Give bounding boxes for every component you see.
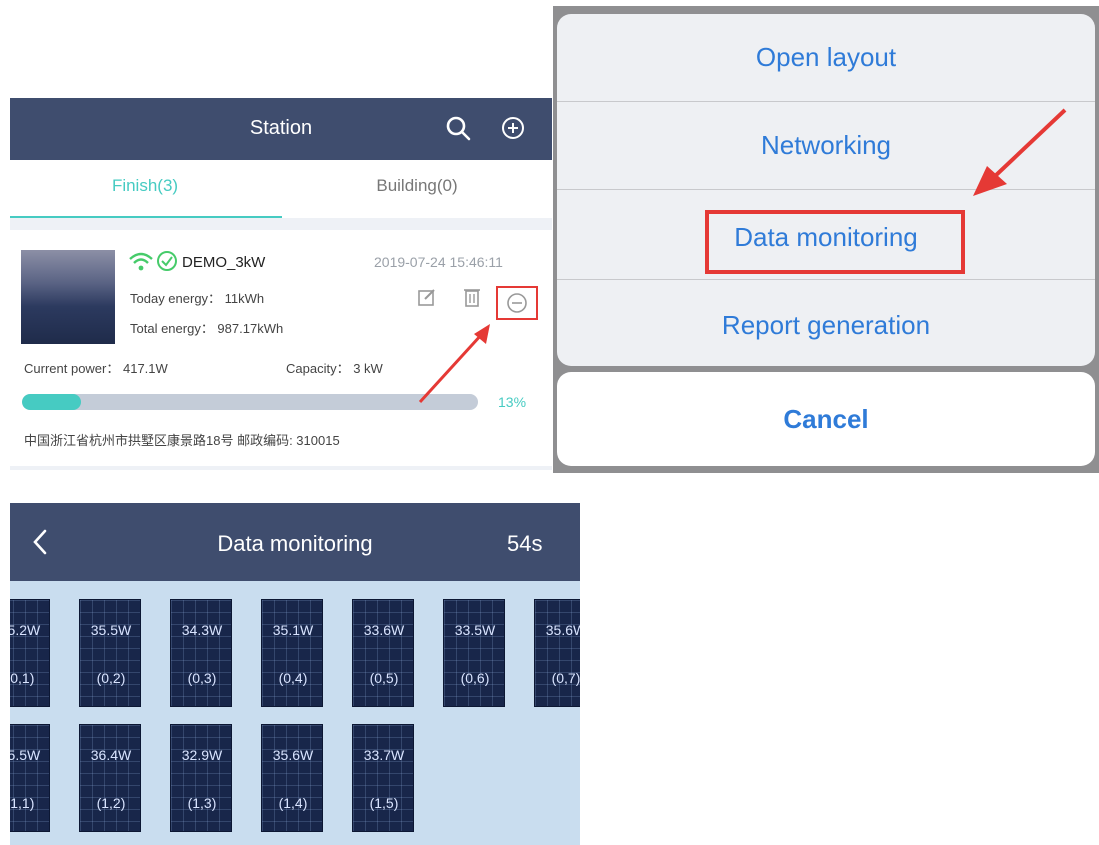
solar-panel[interactable]: 34.3W (0,3) xyxy=(170,599,232,707)
station-address: 中国浙江省杭州市拱墅区康景路18号 邮政编码: 310015 xyxy=(24,433,340,448)
refresh-timer: 54s xyxy=(507,531,543,556)
edit-icon[interactable] xyxy=(416,286,438,313)
panel-position: (0,1) xyxy=(10,670,35,686)
today-energy: Today energy： 11kWh xyxy=(130,291,265,306)
station-name: DEMO_3kW xyxy=(182,254,266,271)
solar-panel[interactable]: 33.7W (1,5) xyxy=(352,724,414,832)
solar-panel[interactable]: 33.5W (0,6) xyxy=(443,599,505,707)
solar-panel[interactable]: 35.2W (0,1) xyxy=(10,599,50,707)
solar-panel[interactable]: 35.5W (1,1) xyxy=(10,724,50,832)
red-arrow-icon xyxy=(418,324,490,404)
panel-power: 33.6W xyxy=(363,622,405,638)
solar-panel[interactable]: 36.4W (1,2) xyxy=(79,724,141,832)
panel-power: 35.5W xyxy=(10,747,41,763)
panel-position: (1,4) xyxy=(278,795,308,811)
panel-position: (0,5) xyxy=(369,670,399,686)
panel-power: 35.5W xyxy=(90,622,132,638)
solar-panel[interactable]: 35.5W (0,2) xyxy=(79,599,141,707)
search-icon[interactable] xyxy=(444,114,472,147)
panel-position: (0,7) xyxy=(551,670,580,686)
panel-position: (0,6) xyxy=(460,670,490,686)
total-energy: Total energy： 987.17kWh xyxy=(130,321,284,336)
panel-power: 33.5W xyxy=(454,622,496,638)
station-date: 2019-07-24 15:46:11 xyxy=(374,254,503,270)
station-thumbnail xyxy=(21,250,115,344)
panel-position: (1,1) xyxy=(10,795,35,811)
panel-power: 33.7W xyxy=(363,747,405,763)
active-tab-indicator xyxy=(10,216,282,218)
divider xyxy=(557,279,1095,280)
panel-power: 35.6W xyxy=(545,622,580,638)
panel-position: (1,5) xyxy=(369,795,399,811)
report-generation-option[interactable]: Report generation xyxy=(557,282,1095,366)
station-header: Station xyxy=(10,98,552,160)
page-title: Data monitoring xyxy=(217,531,373,556)
panel-position: (1,2) xyxy=(96,795,126,811)
tab-finish[interactable]: Finish(3) xyxy=(10,176,280,196)
action-sheet-screen: Open layout Networking Data monitoring R… xyxy=(553,6,1099,473)
panel-position: (0,3) xyxy=(187,670,217,686)
panel-power: 35.1W xyxy=(272,622,314,638)
panel-position: (0,2) xyxy=(96,670,126,686)
status-tabs: Finish(3) Building(0) xyxy=(10,160,552,218)
station-screen: Station Finish(3) Building(0) DEMO_3kW 2… xyxy=(10,98,552,470)
solar-panel[interactable]: 32.9W (1,3) xyxy=(170,724,232,832)
current-power: Current power： 417.1W xyxy=(24,361,168,376)
panel-position: (1,3) xyxy=(187,795,217,811)
solar-panel[interactable]: 33.6W (0,5) xyxy=(352,599,414,707)
progress-label: 13% xyxy=(498,394,527,410)
red-arrow-icon xyxy=(973,108,1067,196)
solar-panel[interactable]: 35.1W (0,4) xyxy=(261,599,323,707)
panel-power: 34.3W xyxy=(181,622,223,638)
panel-grid: 35.2W (0,1) 35.5W (0,2) 34.3W (0,3) 35.1W (0,4)… xyxy=(10,581,580,845)
highlight-box xyxy=(496,286,538,320)
progress-fill xyxy=(22,394,82,410)
cancel-button[interactable]: Cancel xyxy=(557,372,1095,466)
data-monitoring-screen: Data monitoring 54s 35.2W (0,1) 35.5W (0,2)… xyxy=(10,503,580,845)
tab-building[interactable]: Building(0) xyxy=(282,176,552,196)
panel-power: 36.4W xyxy=(90,747,132,763)
capacity: Capacity： 3 kW xyxy=(286,361,383,376)
wifi-icon xyxy=(128,252,154,277)
trash-icon[interactable] xyxy=(462,286,482,313)
panel-position: (0,4) xyxy=(278,670,308,686)
station-card[interactable]: DEMO_3kW 2019-07-24 15:46:11 Today energ… xyxy=(10,230,552,466)
panel-power: 35.6W xyxy=(272,747,314,763)
monitor-header: Data monitoring 54s xyxy=(10,503,580,581)
panel-power: 35.2W xyxy=(10,622,41,638)
open-layout-option[interactable]: Open layout xyxy=(557,14,1095,100)
check-circle-icon xyxy=(156,250,178,277)
add-circle-icon[interactable] xyxy=(500,115,526,146)
solar-panel[interactable]: 35.6W (0,7) xyxy=(534,599,580,707)
highlight-box xyxy=(705,210,965,274)
panel-power: 32.9W xyxy=(181,747,223,763)
solar-panel[interactable]: 35.6W (1,4) xyxy=(261,724,323,832)
